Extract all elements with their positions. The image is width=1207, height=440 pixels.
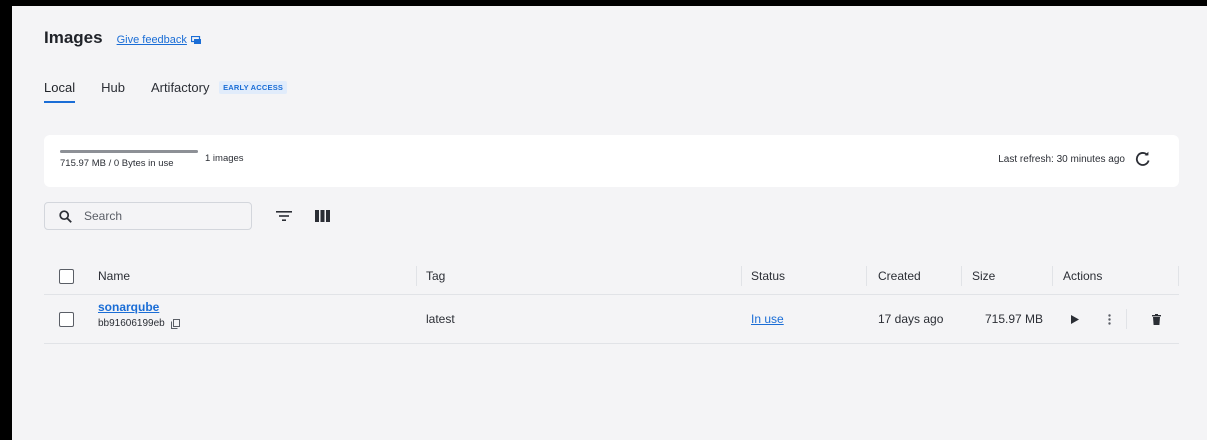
copy-id-button[interactable] xyxy=(170,318,180,329)
column-divider[interactable] xyxy=(741,266,742,286)
left-edge xyxy=(0,0,12,440)
refresh-button[interactable] xyxy=(1135,151,1151,167)
image-source-tabs: Local Hub Artifactory EARLY ACCESS xyxy=(44,80,313,103)
last-refresh-text: Last refresh: 30 minutes ago xyxy=(998,153,1125,165)
images-toolbar xyxy=(44,202,336,230)
image-count: 1 images xyxy=(205,153,244,164)
tab-hub-label: Hub xyxy=(101,80,125,95)
copy-icon xyxy=(170,318,180,329)
actions-divider xyxy=(1126,309,1127,329)
tab-local-label: Local xyxy=(44,80,76,95)
disk-usage-card: 715.97 MB / 0 Bytes in use 1 images Last… xyxy=(44,135,1179,187)
column-header-actions: Actions xyxy=(1063,269,1103,283)
column-header-name[interactable]: Name xyxy=(98,269,130,283)
image-size: 715.97 MB xyxy=(985,312,1044,326)
select-all-checkbox[interactable] xyxy=(59,269,74,284)
delete-button[interactable] xyxy=(1149,311,1163,327)
image-name-link[interactable]: sonarqube xyxy=(98,300,159,314)
search-icon xyxy=(59,209,72,223)
image-created: 17 days ago xyxy=(878,312,944,326)
run-button[interactable] xyxy=(1068,312,1082,326)
image-id-text: bb91606199eb xyxy=(98,318,165,329)
images-table: Name Tag Status Created Size Actions son… xyxy=(44,258,1179,344)
more-vertical-icon xyxy=(1107,313,1111,325)
column-divider[interactable] xyxy=(866,266,867,286)
column-header-size[interactable]: Size xyxy=(972,269,995,283)
image-id: bb91606199eb xyxy=(98,318,180,329)
columns-button[interactable] xyxy=(308,202,336,230)
image-tag: latest xyxy=(426,312,455,326)
trash-icon xyxy=(1151,313,1161,325)
tab-artifactory[interactable]: Artifactory EARLY ACCESS xyxy=(151,80,299,103)
search-box[interactable] xyxy=(44,202,252,230)
give-feedback-label: Give feedback xyxy=(116,34,187,46)
refresh-icon xyxy=(1135,151,1150,166)
early-access-badge: EARLY ACCESS xyxy=(219,81,288,94)
disk-usage-bar xyxy=(60,150,198,153)
disk-usage-fill xyxy=(60,150,198,153)
columns-icon xyxy=(314,210,330,222)
column-divider xyxy=(1178,266,1179,286)
filter-button[interactable] xyxy=(270,202,298,230)
images-view: Images Give feedback Local Hub Artifacto… xyxy=(12,6,1207,440)
tab-artifactory-label: Artifactory xyxy=(150,80,210,95)
filter-icon xyxy=(276,211,292,221)
column-divider[interactable] xyxy=(961,266,962,286)
more-actions-button[interactable] xyxy=(1102,311,1116,327)
tab-hub[interactable]: Hub xyxy=(101,80,137,103)
play-icon xyxy=(1071,314,1079,324)
disk-usage-text: 715.97 MB / 0 Bytes in use xyxy=(60,158,174,169)
table-header: Name Tag Status Created Size Actions xyxy=(44,258,1179,295)
tab-local[interactable]: Local xyxy=(44,80,87,103)
row-checkbox[interactable] xyxy=(59,312,74,327)
column-divider[interactable] xyxy=(416,266,417,286)
feedback-icon xyxy=(190,35,201,44)
search-input[interactable] xyxy=(82,208,236,224)
column-header-created[interactable]: Created xyxy=(878,269,921,283)
give-feedback-link[interactable]: Give feedback xyxy=(117,34,202,46)
page-title: Images xyxy=(44,28,103,47)
image-status-link[interactable]: In use xyxy=(751,312,784,326)
page-header: Images Give feedback xyxy=(44,28,202,48)
refresh-area: Last refresh: 30 minutes ago xyxy=(998,151,1151,167)
table-row[interactable]: sonarqube bb91606199eb latest In use 17 … xyxy=(44,295,1179,344)
column-header-status[interactable]: Status xyxy=(751,269,785,283)
column-divider[interactable] xyxy=(1052,266,1053,286)
column-header-tag[interactable]: Tag xyxy=(426,269,445,283)
